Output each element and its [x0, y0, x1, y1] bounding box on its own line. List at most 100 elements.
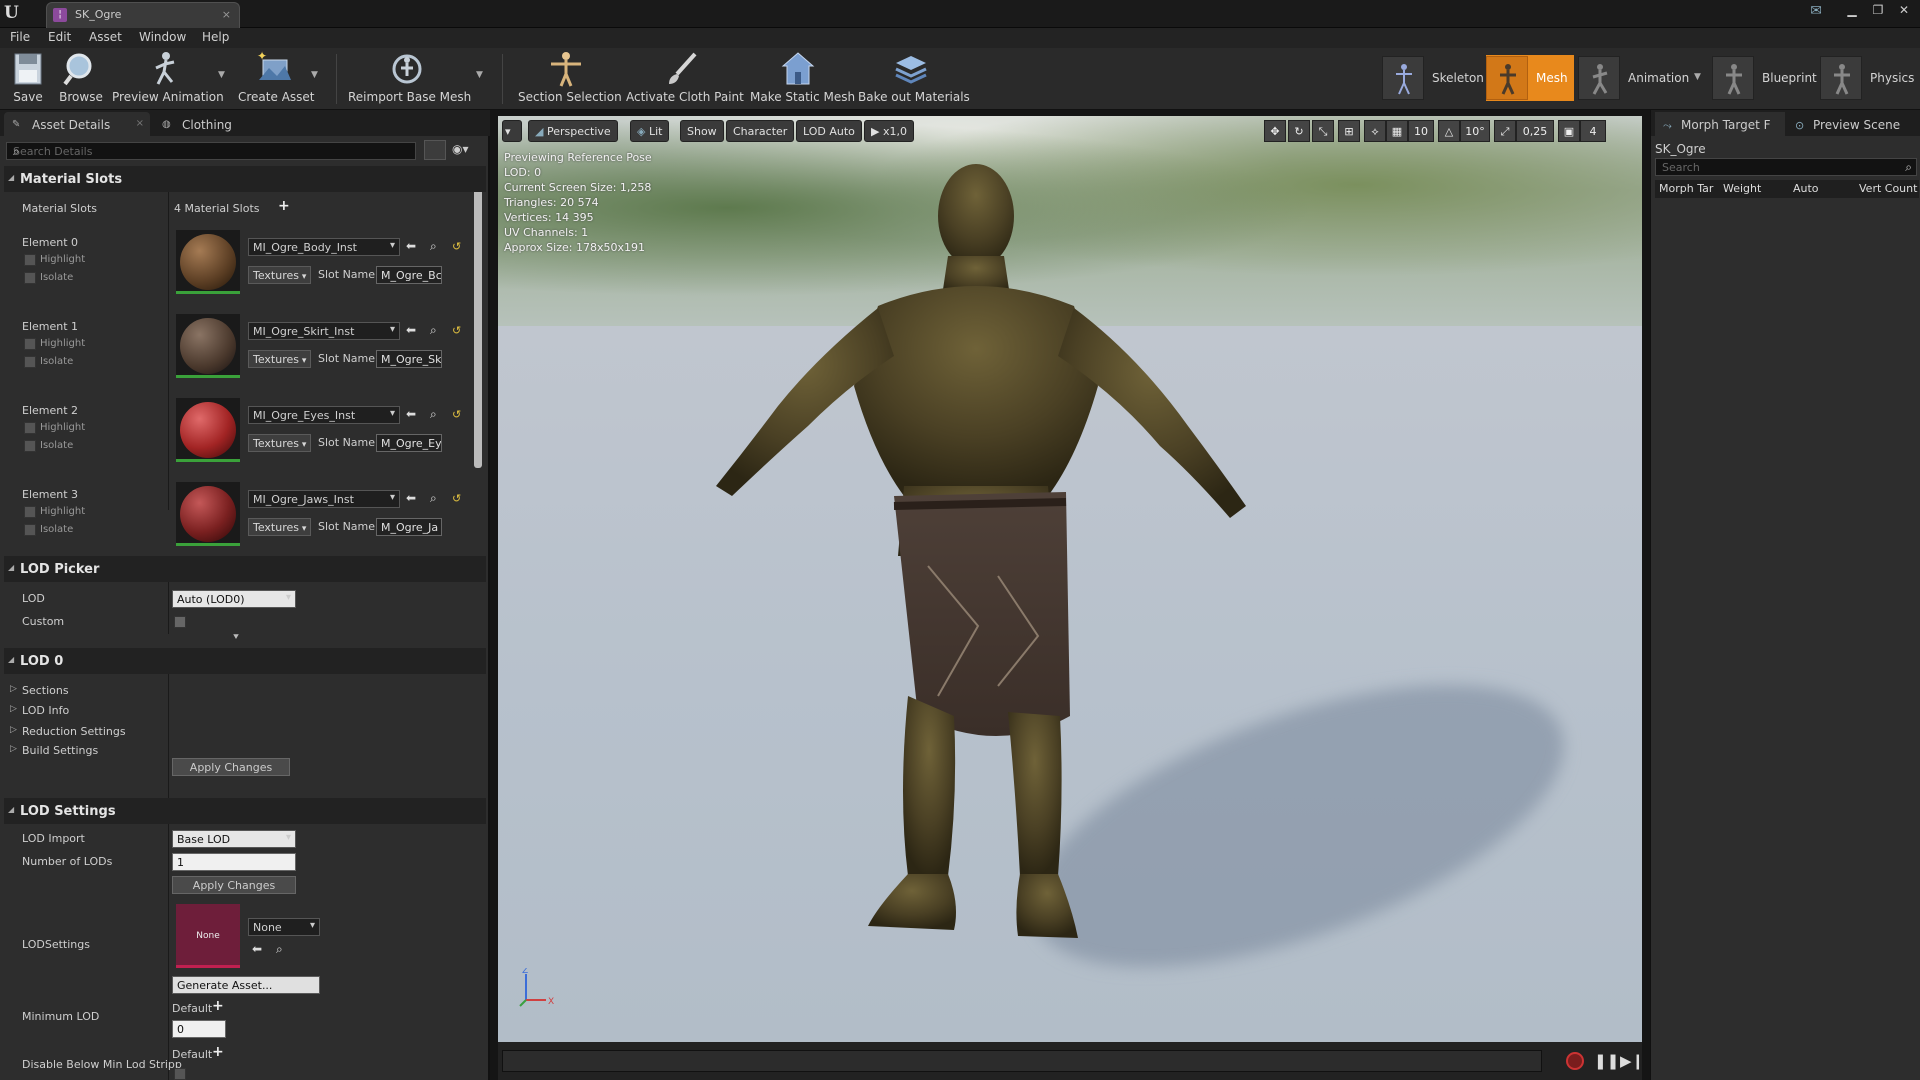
- lodsettings-asset-combo[interactable]: None: [248, 918, 320, 936]
- visibility-eye-icon[interactable]: ◉▾: [452, 142, 469, 156]
- section-material-slots[interactable]: Material Slots: [4, 166, 486, 192]
- rotation-snap-icon[interactable]: △: [1438, 120, 1460, 142]
- details-scrollbar[interactable]: [474, 168, 482, 468]
- tab-asset-details[interactable]: ✎ Asset Details ×: [4, 112, 150, 136]
- camera-speed-value[interactable]: 4: [1580, 120, 1606, 142]
- element-0-material-thumbnail[interactable]: [176, 230, 240, 294]
- grid-snap-icon[interactable]: ▦: [1386, 120, 1408, 142]
- pause-icon[interactable]: ❚❚: [1594, 1052, 1619, 1070]
- use-selected-arrow-icon[interactable]: ⬅: [252, 942, 262, 956]
- add-material-slot-icon[interactable]: +: [278, 198, 290, 214]
- preview-animation-button[interactable]: Preview Animation: [112, 50, 224, 108]
- section-lod-picker[interactable]: LOD Picker: [4, 556, 486, 582]
- help-icon[interactable]: ✉: [1810, 3, 1822, 19]
- search-details-input[interactable]: Search Details ⌕: [6, 142, 416, 160]
- number-of-lods-field[interactable]: 1: [172, 853, 296, 871]
- grid-snap-value[interactable]: 10: [1408, 120, 1434, 142]
- lod-import-select[interactable]: Base LOD: [172, 830, 296, 848]
- perspective-button[interactable]: ◢ Perspective: [528, 120, 618, 142]
- minimum-lod-field[interactable]: 0: [172, 1020, 226, 1038]
- element-0-slot-name-field[interactable]: M_Ogre_Bc: [376, 266, 442, 284]
- menu-file[interactable]: File: [10, 30, 30, 44]
- custom-lod-checkbox[interactable]: [174, 616, 186, 628]
- make-static-mesh-button[interactable]: Make Static Mesh: [750, 50, 855, 108]
- unreal-logo-icon[interactable]: U: [4, 3, 26, 23]
- element-2-material-thumbnail[interactable]: [176, 398, 240, 462]
- use-selected-arrow-icon[interactable]: ⬅: [406, 239, 416, 253]
- lit-button[interactable]: ◈ Lit: [630, 120, 670, 142]
- surface-snap-icon[interactable]: ⟡: [1364, 120, 1386, 142]
- element-1-material-thumbnail[interactable]: [176, 314, 240, 378]
- use-selected-arrow-icon[interactable]: ⬅: [406, 323, 416, 337]
- character-button[interactable]: Character: [726, 120, 795, 142]
- element-1-slot-name-field[interactable]: M_Ogre_Sk: [376, 350, 442, 368]
- bake-out-materials-button[interactable]: Bake out Materials: [858, 50, 970, 108]
- use-selected-arrow-icon[interactable]: ⬅: [406, 491, 416, 505]
- browse-button[interactable]: Browse: [58, 50, 104, 108]
- element-3-material-thumbnail[interactable]: [176, 482, 240, 546]
- tree-item-sections[interactable]: Sections: [10, 684, 69, 697]
- record-icon[interactable]: [1566, 1052, 1584, 1070]
- world-local-icon[interactable]: ⊞: [1338, 120, 1360, 142]
- generate-asset-button[interactable]: Generate Asset...: [172, 976, 320, 994]
- create-asset-button[interactable]: ✦ Create Asset: [238, 50, 315, 108]
- timeline-track[interactable]: [502, 1050, 1542, 1072]
- element-2-slot-name-field[interactable]: M_Ogre_Ey: [376, 434, 442, 452]
- close-icon[interactable]: ×: [222, 8, 231, 21]
- lod-auto-button[interactable]: LOD Auto: [796, 120, 862, 142]
- camera-speed-icon[interactable]: ▣: [1558, 120, 1580, 142]
- preview-viewport[interactable]: ▾ ◢ Perspective ◈ Lit Show Character LOD…: [498, 116, 1642, 1042]
- preview-animation-dropdown-icon[interactable]: ▼: [218, 70, 225, 80]
- scale-icon[interactable]: ⤡: [1312, 120, 1334, 142]
- element-0-isolate-checkbox[interactable]: [24, 272, 36, 284]
- element-3-isolate-checkbox[interactable]: [24, 524, 36, 536]
- view-options-grid-icon[interactable]: [424, 140, 446, 160]
- reset-to-default-icon[interactable]: ↺: [452, 492, 461, 505]
- element-1-material-combo[interactable]: MI_Ogre_Skirt_Inst: [248, 322, 400, 340]
- lodsettings-thumbnail[interactable]: None: [176, 904, 240, 968]
- element-3-slot-name-field[interactable]: M_Ogre_Ja: [376, 518, 442, 536]
- tree-item-lod-info[interactable]: LOD Info: [10, 704, 69, 717]
- lod-select[interactable]: Auto (LOD0): [172, 590, 296, 608]
- mode-animation[interactable]: Animation: [1578, 55, 1689, 101]
- element-2-material-combo[interactable]: MI_Ogre_Eyes_Inst: [248, 406, 400, 424]
- mode-skeleton[interactable]: Skeleton: [1382, 55, 1484, 101]
- tab-close-icon[interactable]: ×: [136, 118, 144, 129]
- element-2-textures-dropdown[interactable]: Textures: [248, 434, 312, 452]
- menu-help[interactable]: Help: [202, 30, 229, 44]
- section-selection-button[interactable]: Section Selection: [518, 50, 622, 108]
- save-button[interactable]: Save: [8, 50, 48, 108]
- element-3-highlight-checkbox[interactable]: [24, 506, 36, 518]
- tab-preview-scene[interactable]: ⊙ Preview Scene: [1787, 112, 1917, 136]
- viewport-options-dropdown-icon[interactable]: ▾: [502, 120, 522, 142]
- show-button[interactable]: Show: [680, 120, 724, 142]
- reimport-dropdown-icon[interactable]: ▼: [476, 70, 483, 80]
- rotation-snap-value[interactable]: 10°: [1460, 120, 1490, 142]
- col-vert-count[interactable]: Vert Count: [1859, 182, 1917, 195]
- add-override-icon[interactable]: +: [212, 998, 224, 1014]
- element-0-material-combo[interactable]: MI_Ogre_Body_Inst: [248, 238, 400, 256]
- element-2-isolate-checkbox[interactable]: [24, 440, 36, 452]
- menu-window[interactable]: Window: [139, 30, 186, 44]
- mode-mesh[interactable]: Mesh: [1486, 55, 1574, 101]
- browse-magnifier-icon[interactable]: ⌕: [430, 239, 437, 254]
- animation-dropdown-icon[interactable]: ▼: [1694, 72, 1701, 82]
- section-lod-0[interactable]: LOD 0: [4, 648, 486, 674]
- col-morph-target[interactable]: Morph Tar: [1659, 182, 1713, 195]
- create-asset-dropdown-icon[interactable]: ▼: [311, 70, 318, 80]
- scale-snap-icon[interactable]: ⤢: [1494, 120, 1516, 142]
- reset-to-default-icon[interactable]: ↺: [452, 240, 461, 253]
- element-1-highlight-checkbox[interactable]: [24, 338, 36, 350]
- lod-settings-apply-changes-button[interactable]: Apply Changes: [172, 876, 296, 894]
- activate-cloth-paint-button[interactable]: Activate Cloth Paint: [626, 50, 744, 108]
- element-0-highlight-checkbox[interactable]: [24, 254, 36, 266]
- tab-clothing[interactable]: ◍ Clothing: [154, 112, 294, 136]
- add-override-icon[interactable]: +: [212, 1044, 224, 1060]
- morph-search-input[interactable]: Search ⌕: [1655, 158, 1917, 176]
- rotate-icon[interactable]: ↻: [1288, 120, 1310, 142]
- step-forward-icon[interactable]: ▶❙: [1620, 1052, 1644, 1070]
- reimport-base-mesh-button[interactable]: Reimport Base Mesh: [348, 50, 471, 108]
- section-lod-settings[interactable]: LOD Settings: [4, 798, 486, 824]
- playback-speed-button[interactable]: ▶ x1,0: [864, 120, 914, 142]
- mode-physics[interactable]: Physics: [1820, 55, 1914, 101]
